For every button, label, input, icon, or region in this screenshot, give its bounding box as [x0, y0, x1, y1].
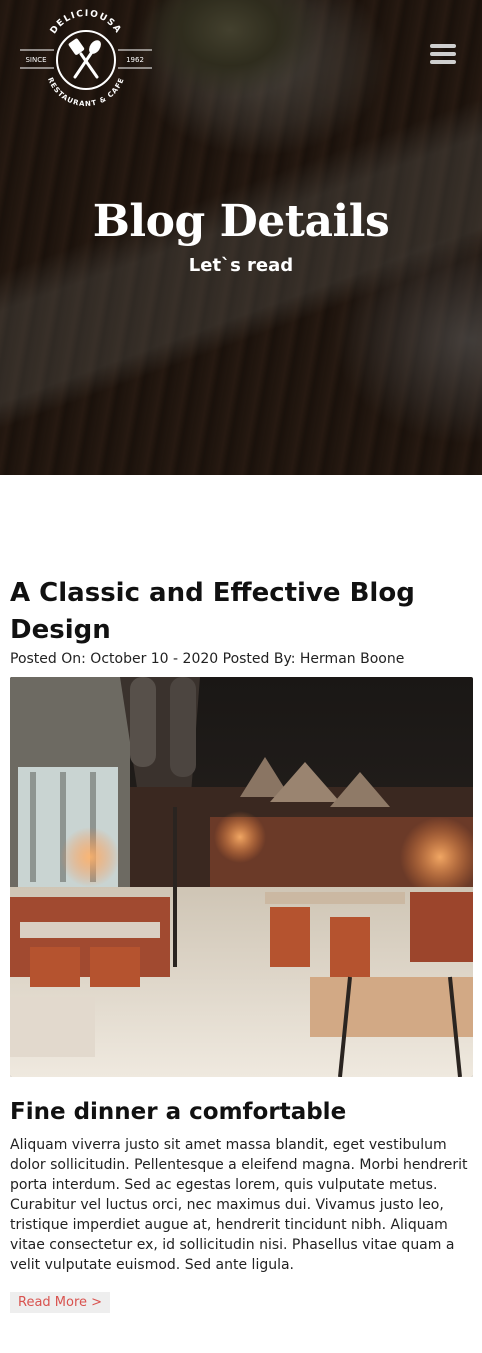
spoon-and-spatula-icon — [68, 38, 101, 79]
read-more-button[interactable]: Read More > — [10, 1292, 111, 1313]
logo-tagline-text: RESTAURANT & CAFE — [46, 76, 126, 108]
post-subtitle: Fine dinner a comfortable — [10, 1099, 347, 1125]
menu-bar — [430, 60, 456, 64]
restaurant-interior-image — [10, 677, 473, 1077]
blog-post: A Classic and Effective Blog Design Post… — [0, 475, 482, 1313]
post-meta: Posted On: October 10 - 2020 Posted By: … — [10, 651, 405, 667]
hamburger-menu-icon[interactable] — [430, 44, 456, 64]
hero-banner: DELICIOUSA SINCE 1962 RESTAURANT & CAFE … — [0, 0, 482, 475]
post-body-text: Aliquam viverra justo sit amet massa bla… — [10, 1137, 468, 1273]
logo-year-text: 1962 — [126, 56, 144, 64]
logo-since-text: SINCE — [25, 56, 46, 64]
post-title: A Classic and Effective Blog Design — [10, 578, 415, 645]
menu-bar — [430, 44, 456, 48]
page-title: Blog Details — [92, 196, 390, 247]
restaurant-logo[interactable]: DELICIOUSA SINCE 1962 RESTAURANT & CAFE — [20, 6, 152, 116]
menu-bar — [430, 52, 456, 56]
page-subtitle: Let`s read — [188, 255, 294, 276]
